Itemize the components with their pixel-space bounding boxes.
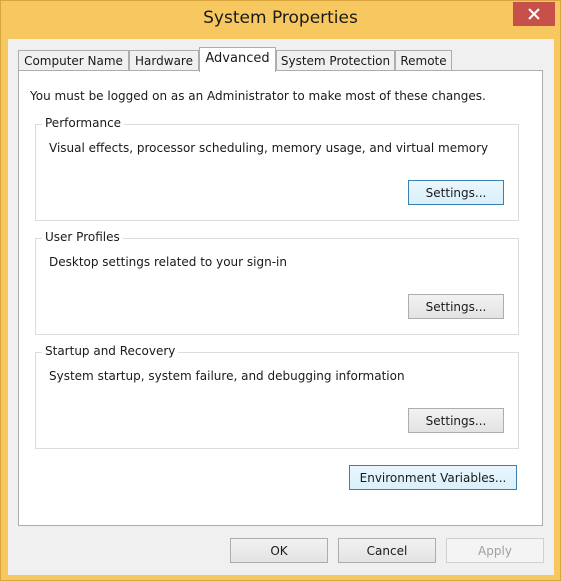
- environment-variables-button[interactable]: Environment Variables...: [349, 465, 517, 490]
- tab-remote[interactable]: Remote: [395, 50, 452, 70]
- close-button[interactable]: [513, 2, 555, 26]
- startup-recovery-group: Startup and Recovery System startup, sys…: [35, 344, 519, 449]
- admin-notice: You must be logged on as an Administrato…: [30, 89, 486, 103]
- cancel-button[interactable]: Cancel: [338, 538, 436, 563]
- window-title: System Properties: [203, 8, 358, 28]
- startup-recovery-legend: Startup and Recovery: [42, 344, 179, 358]
- tab-computer-name[interactable]: Computer Name: [18, 50, 129, 70]
- performance-group: Performance Visual effects, processor sc…: [35, 116, 519, 221]
- performance-legend: Performance: [42, 116, 125, 130]
- user-profiles-group: User Profiles Desktop settings related t…: [35, 230, 519, 335]
- system-properties-window: System Properties Computer Name Hardware…: [0, 0, 561, 581]
- user-profiles-legend: User Profiles: [42, 230, 123, 244]
- startup-recovery-description: System startup, system failure, and debu…: [49, 369, 405, 383]
- tab-advanced[interactable]: Advanced: [199, 47, 276, 72]
- startup-recovery-settings-button[interactable]: Settings...: [408, 408, 504, 433]
- user-profiles-description: Desktop settings related to your sign-in: [49, 255, 287, 269]
- apply-button[interactable]: Apply: [446, 538, 544, 563]
- ok-button[interactable]: OK: [230, 538, 328, 563]
- performance-settings-button[interactable]: Settings...: [408, 180, 504, 205]
- tab-system-protection[interactable]: System Protection: [276, 50, 395, 70]
- performance-description: Visual effects, processor scheduling, me…: [49, 141, 489, 155]
- dialog-client-area: Computer Name Hardware Advanced System P…: [8, 39, 554, 575]
- title-bar[interactable]: System Properties: [1, 1, 560, 39]
- tab-hardware[interactable]: Hardware: [129, 50, 199, 70]
- close-icon: [528, 8, 540, 20]
- user-profiles-settings-button[interactable]: Settings...: [408, 294, 504, 319]
